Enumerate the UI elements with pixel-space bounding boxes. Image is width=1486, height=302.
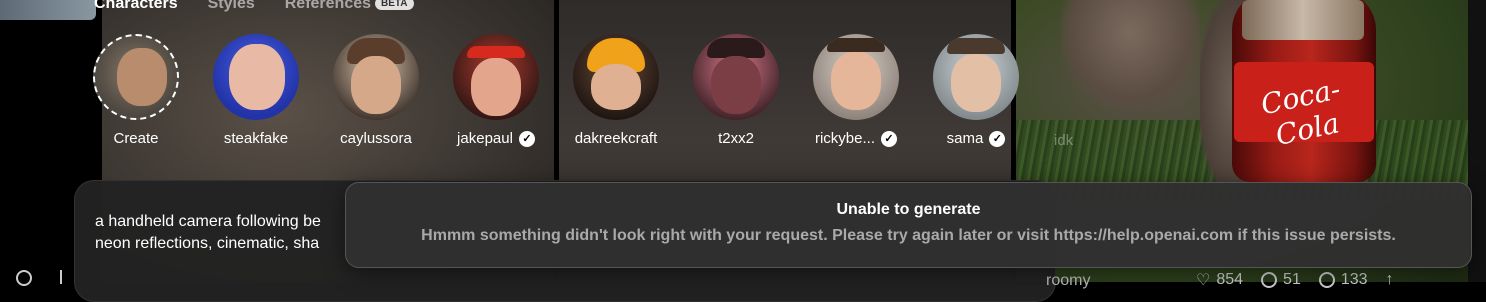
tab-references[interactable]: References BETA <box>285 0 414 13</box>
character-idk-label: idk <box>1054 132 1074 149</box>
avatar-face <box>229 44 285 110</box>
character-create[interactable]: Create <box>81 34 191 147</box>
remix-icon <box>1318 272 1335 288</box>
verified-icon: ✓ <box>989 130 1006 147</box>
beta-badge: BETA <box>375 0 414 11</box>
avatar-hair <box>947 38 1005 54</box>
avatar <box>453 34 539 120</box>
avatar-face <box>351 56 401 114</box>
avatar <box>333 34 419 120</box>
likes-count: 854 <box>1216 271 1244 288</box>
character-t2xx2[interactable]: t2xx2 <box>681 34 791 147</box>
character-name: steakfake <box>223 130 289 147</box>
verified-icon: ✓ <box>518 130 535 147</box>
character-name: t2xx2 <box>718 130 754 147</box>
character-name: Create <box>113 130 159 147</box>
character-caylussora[interactable]: caylussora <box>321 34 431 147</box>
bottle-cap <box>1242 0 1364 40</box>
verified-icon: ✓ <box>881 130 897 147</box>
likes-stat[interactable]: ♡ 854 <box>1196 270 1243 290</box>
character-name: sama <box>946 130 984 147</box>
toast-title: Unable to generate <box>836 201 981 218</box>
avatar <box>933 34 1019 120</box>
monkey-figure <box>1060 0 1200 110</box>
character-sama[interactable]: sama ✓ <box>921 34 1031 147</box>
toast-message: Hmmm something didn't look right with yo… <box>421 227 1396 244</box>
prompt-line-1: a handheld camera following be <box>95 213 321 230</box>
avatar-face <box>117 48 167 106</box>
avatar-face <box>831 52 881 110</box>
error-toast: Unable to generate Hmmm something didn't… <box>345 182 1472 268</box>
avatar-face <box>591 64 641 110</box>
avatar <box>813 34 899 120</box>
character-name: caylussora <box>340 130 412 147</box>
tab-styles[interactable]: Styles <box>208 0 255 13</box>
tab-references-label: References <box>284 0 372 12</box>
comments-stat[interactable]: 51 <box>1261 271 1301 289</box>
avatar-face <box>471 58 521 116</box>
heart-icon: ♡ <box>1196 272 1211 289</box>
avatar <box>693 34 779 120</box>
avatar-headband <box>467 46 525 58</box>
avatar-hair <box>827 38 885 52</box>
character-steakfake[interactable]: steakfake <box>201 34 311 147</box>
settings-icon[interactable] <box>16 270 32 286</box>
remix-stat[interactable]: 133 <box>1318 271 1368 289</box>
character-dakreekcraft[interactable]: dakreekcraft <box>561 34 671 147</box>
character-rickybe[interactable]: rickybe... ✓ <box>801 34 911 147</box>
remix-count: 133 <box>1340 271 1368 288</box>
character-name: dakreekcraft <box>574 130 658 147</box>
character-tabs: Characters Styles References BETA <box>94 0 414 14</box>
character-name: jakepaul <box>457 130 513 147</box>
create-avatar <box>93 34 179 120</box>
tab-characters[interactable]: Characters <box>94 0 178 13</box>
avatar <box>573 34 659 120</box>
thumbnail-partial <box>0 0 96 20</box>
avatar-beanie <box>707 38 765 58</box>
avatar-face <box>711 56 761 114</box>
composer-bottom-icons <box>16 270 62 286</box>
character-jakepaul[interactable]: jakepaul ✓ <box>441 34 551 147</box>
share-icon[interactable]: ↑ <box>1386 271 1394 289</box>
comment-icon <box>1261 272 1278 288</box>
character-name: rickybe... <box>814 130 875 147</box>
video-author[interactable]: roomy <box>1046 272 1090 290</box>
avatar-face <box>951 54 1001 112</box>
prompt-line-2: neon reflections, cinematic, sha <box>95 235 320 252</box>
avatar <box>213 34 299 120</box>
video-stats: ♡ 854 51 133 ↑ <box>1196 270 1394 290</box>
comments-count: 51 <box>1283 271 1301 288</box>
